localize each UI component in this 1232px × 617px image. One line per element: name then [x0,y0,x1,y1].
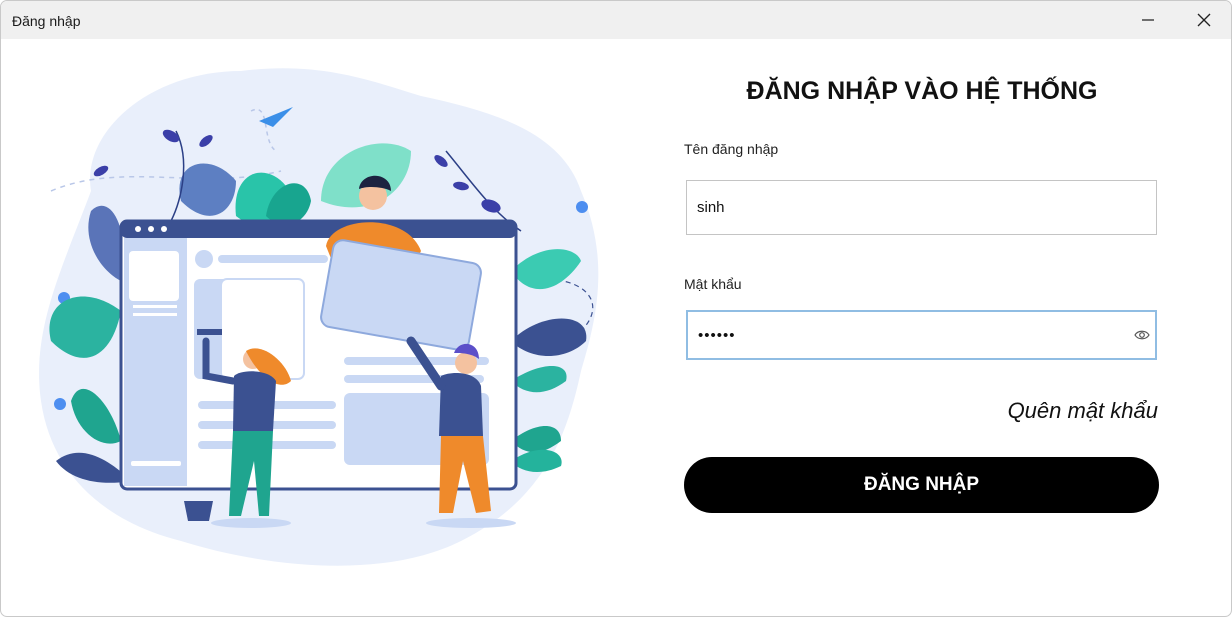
close-button[interactable] [1181,1,1227,39]
title-bar: Đăng nhập [1,1,1231,39]
window-title: Đăng nhập [12,13,81,29]
eye-icon[interactable] [1134,328,1150,342]
login-heading: ĐĂNG NHẬP VÀO HỆ THỐNG [746,77,1098,105]
login-window: Đăng nhập ĐĂNG NHẬP VÀO HỆ THỐNG Tên đăn… [0,0,1232,617]
login-button[interactable]: ĐĂNG NHẬP [684,457,1159,513]
forgot-password-link[interactable]: Quên mật khẩu [1008,398,1158,424]
password-label: Mật khẩu [684,276,742,292]
close-icon [1197,13,1211,27]
login-illustration [39,68,599,566]
minimize-icon [1142,19,1154,21]
username-input[interactable] [686,180,1157,235]
password-input[interactable] [686,310,1157,360]
username-label: Tên đăng nhập [684,141,779,157]
minimize-button[interactable] [1125,1,1171,39]
